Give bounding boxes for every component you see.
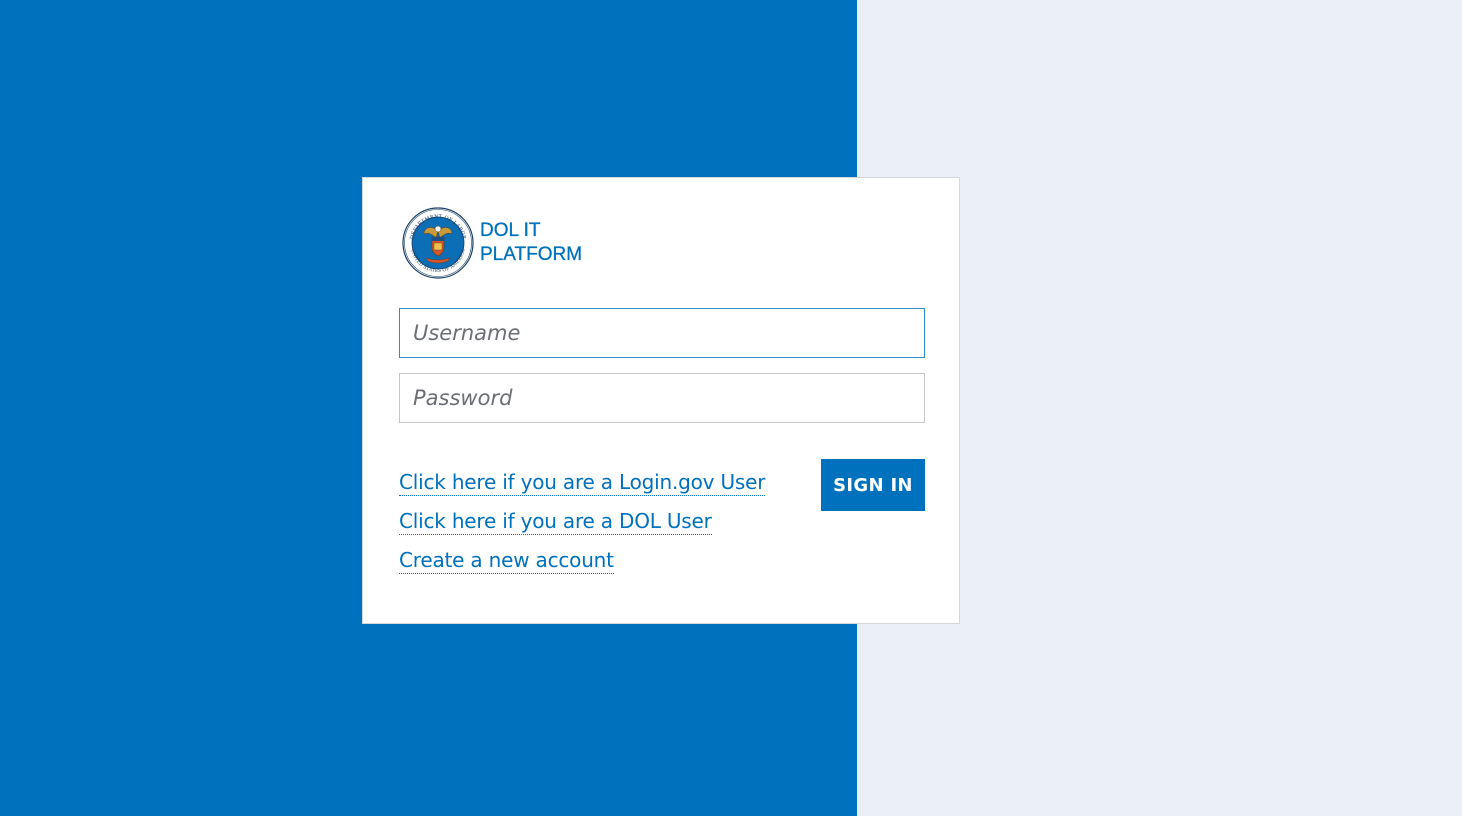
login-gov-link[interactable]: Click here if you are a Login.gov User [399,469,765,496]
brand-title-line2: PLATFORM [480,244,583,265]
brand-title: DOL IT PLATFORM [480,219,582,267]
dol-user-link[interactable]: Click here if you are a DOL User [399,508,712,535]
create-account-link[interactable]: Create a new account [399,547,614,574]
dol-seal-icon: DEPARTMENT OF LABOR UNITED STATES OF AME… [402,207,474,279]
auth-links: Click here if you are a Login.gov User C… [399,469,799,586]
username-input[interactable] [399,308,925,358]
password-input[interactable] [399,373,925,423]
brand-title-line1: DOL IT [480,220,541,241]
brand-header: DEPARTMENT OF LABOR UNITED STATES OF AME… [402,207,582,279]
sign-in-button[interactable]: SIGN IN [821,459,925,511]
login-card: DEPARTMENT OF LABOR UNITED STATES OF AME… [362,177,960,624]
